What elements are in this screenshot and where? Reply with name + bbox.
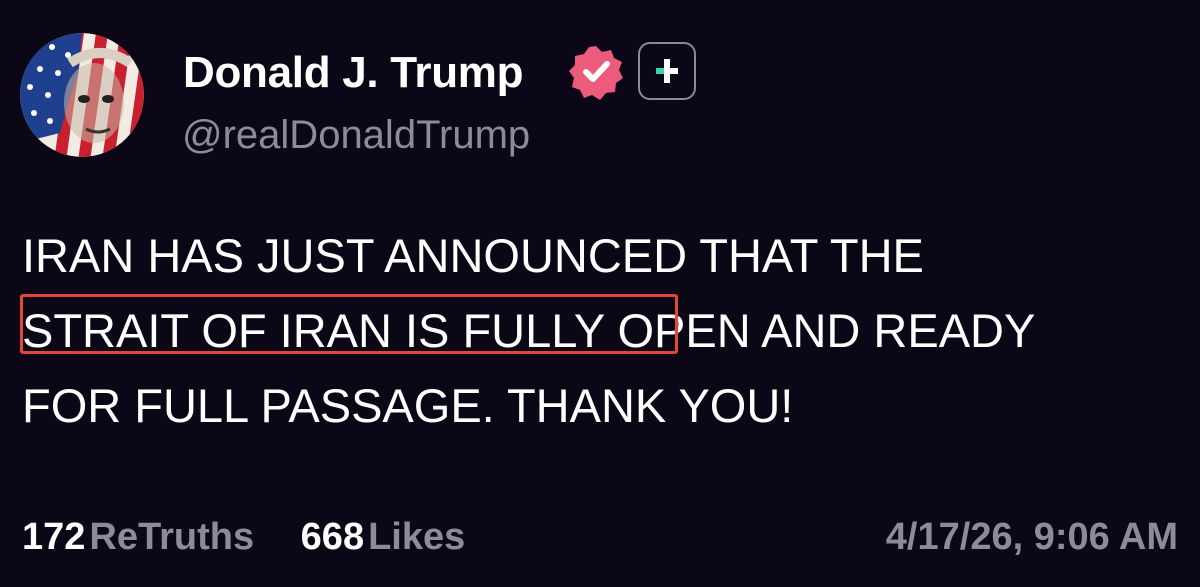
follow-button[interactable] bbox=[638, 42, 696, 100]
verified-badge-icon bbox=[567, 43, 625, 101]
post-line: IRAN HAS JUST ANNOUNCED THAT THE bbox=[22, 229, 924, 282]
likes-stat[interactable]: 668 Likes bbox=[301, 513, 466, 561]
truth-post: Donald J. Trump @realDonaldTrump IRAN HA… bbox=[0, 0, 1200, 587]
post-line: FOR FULL PASSAGE. THANK YOU! bbox=[22, 379, 794, 432]
display-name[interactable]: Donald J. Trump bbox=[183, 47, 524, 99]
avatar[interactable] bbox=[20, 33, 144, 157]
retruths-stat[interactable]: 172 ReTruths bbox=[22, 513, 254, 561]
retruths-label: ReTruths bbox=[89, 516, 255, 558]
post-stats: 172 ReTruths 668 Likes bbox=[22, 513, 501, 561]
retruths-count: 172 bbox=[22, 516, 86, 558]
flag-portrait-avatar-image bbox=[20, 33, 144, 157]
likes-label: Likes bbox=[368, 516, 466, 558]
plus-icon bbox=[656, 59, 678, 83]
likes-count: 668 bbox=[300, 516, 365, 558]
post-timestamp[interactable]: 4/17/26, 9:06 AM bbox=[886, 513, 1178, 561]
highlight-box bbox=[20, 294, 678, 354]
user-handle[interactable]: @realDonaldTrump bbox=[182, 111, 530, 159]
